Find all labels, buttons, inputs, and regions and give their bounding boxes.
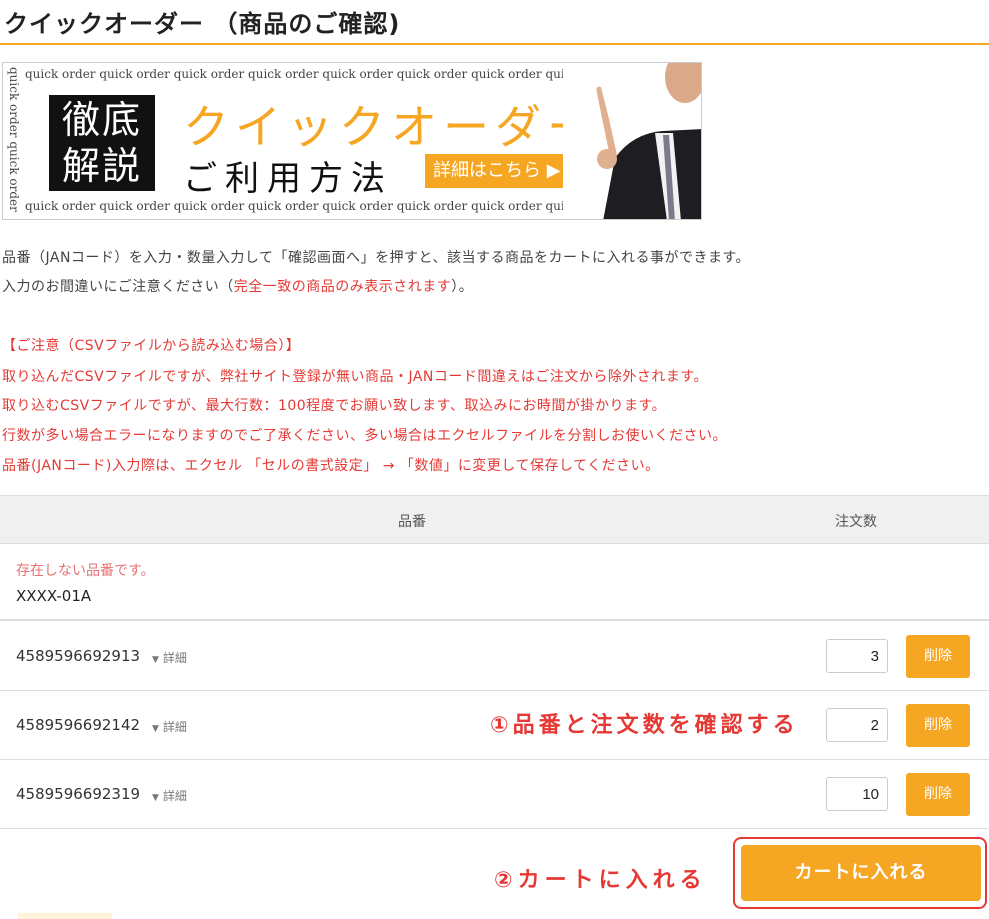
quick-order-guide-banner[interactable]: quick order quick order quick order quic… (2, 62, 702, 220)
column-header-code: 品番 (398, 514, 426, 530)
delete-button[interactable]: 削除 (906, 704, 970, 747)
csv-warning-heading: 【ご注意（CSVファイルから読み込む場合）】 (2, 338, 301, 354)
column-header-quantity: 注文数 (835, 514, 877, 530)
csv-warning-line: 取り込んだCSVファイルですが、弊社サイト登録が無い商品・JANコード間違えはご… (2, 369, 708, 385)
partial-button-edge (18, 913, 112, 919)
businessman-pointing-image (563, 63, 701, 219)
banner-subtitle: ご利用方法 (183, 159, 393, 199)
quantity-input[interactable] (826, 708, 888, 742)
page-title: クイックオーダー （商品のご確認) (4, 10, 401, 38)
table-row: 4589596692913 ▼詳細 削除 (0, 622, 989, 691)
banner-strip-vertical: quick order quick order (7, 67, 21, 212)
step-2-annotation: ②カートに入れる (494, 868, 707, 893)
table-row: 4589596692319 ▼詳細 削除 (0, 760, 989, 829)
error-message: 存在しない品番です。 (16, 563, 155, 579)
caret-down-icon: ▼ (152, 793, 159, 803)
caret-down-icon: ▼ (152, 655, 159, 665)
quantity-input[interactable] (826, 777, 888, 811)
instruction-line-1: 品番（JANコード）を入力・数量入力して「確認画面へ」を押すと、該当する商品をカ… (2, 250, 751, 266)
csv-warning-line: 品番(JANコード)入力際は、エクセル 「セルの書式設定」 → 「数値」に変更し… (2, 458, 660, 474)
delete-button[interactable]: 削除 (906, 635, 970, 678)
invalid-code-row: 存在しない品番です。 XXXX-01A (0, 545, 989, 621)
csv-warning-line: 取り込むCSVファイルですが、最大行数：100程度でお願い致します、取込みにお時… (2, 398, 667, 414)
detail-toggle[interactable]: ▼ 詳細 (152, 718, 187, 735)
add-to-cart-button[interactable]: カートに入れる (741, 845, 981, 901)
banner-kanji-label: 徹底解説 (49, 95, 155, 191)
product-code: 4589596692319 (16, 785, 141, 803)
banner-strip-top: quick order quick order quick order quic… (25, 67, 616, 81)
invalid-code: XXXX-01A (16, 587, 92, 605)
csv-warning-line: 行数が多い場合エラーになりますのでご了承ください、多い場合はエクセルファイルを分… (2, 428, 727, 444)
title-divider (0, 43, 989, 45)
instruction-line-2: 入力のお間違いにご注意ください（完全一致の商品のみ表示されます）。 (2, 279, 474, 295)
banner-main-title: クイックオーダー (183, 100, 599, 154)
detail-toggle[interactable]: ▼ 詳細 (152, 649, 187, 666)
product-code: 4589596692913 (16, 647, 141, 665)
step-1-annotation: ①品番と注文数を確認する (490, 713, 799, 738)
exact-match-note: 完全一致の商品のみ表示されます (233, 279, 452, 295)
quantity-input[interactable] (826, 639, 888, 673)
order-table-header: 品番 注文数 (0, 495, 989, 544)
banner-strip-bottom: quick order quick order quick order quic… (25, 199, 616, 213)
caret-down-icon: ▼ (152, 724, 159, 734)
product-code: 4589596692142 (16, 716, 141, 734)
delete-button[interactable]: 削除 (906, 773, 970, 816)
detail-toggle[interactable]: ▼ 詳細 (152, 787, 187, 804)
